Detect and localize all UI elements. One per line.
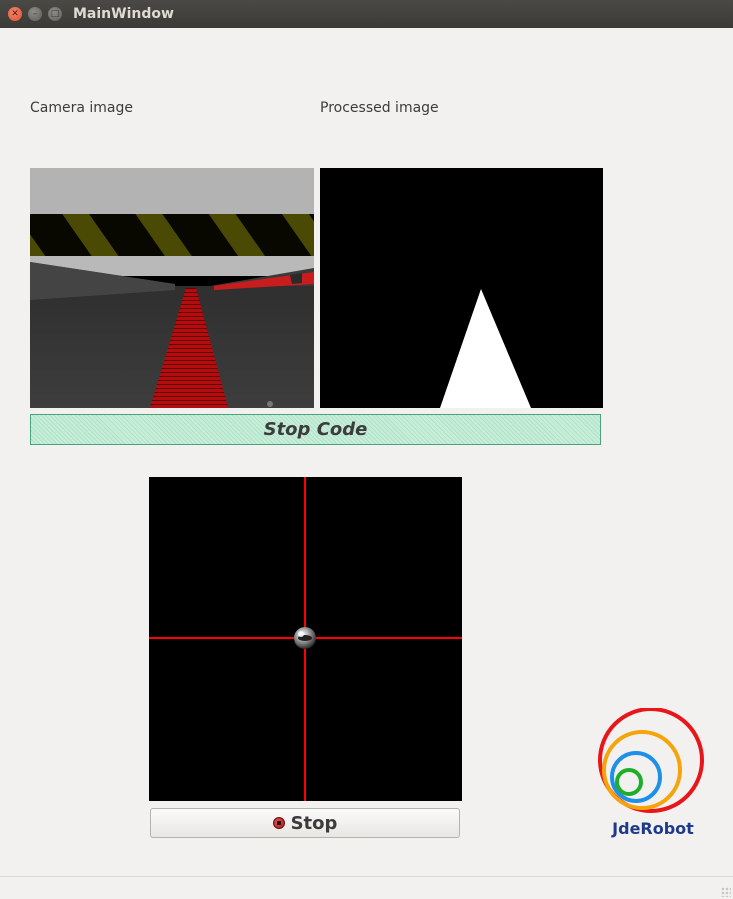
minimize-icon[interactable]: – [28, 7, 42, 21]
processed-image [320, 168, 603, 408]
stop-button[interactable]: Stop [150, 808, 460, 838]
camera-image-label: Camera image [30, 100, 133, 116]
stop-code-button[interactable]: Stop Code [30, 414, 601, 445]
jderobot-logo-icon [596, 707, 708, 820]
joystick-handle-icon[interactable] [294, 627, 316, 649]
maximize-icon[interactable]: □ [48, 7, 62, 21]
teleoperator-pad[interactable] [149, 477, 462, 801]
resize-grip-icon[interactable] [721, 887, 731, 897]
processed-image-label: Processed image [320, 100, 439, 116]
stop-code-label: Stop Code [263, 419, 368, 440]
window-title: MainWindow [73, 6, 174, 22]
stop-button-label: Stop [290, 812, 338, 834]
close-icon[interactable]: ✕ [8, 7, 22, 21]
jderobot-logo-text: JdeRobot [612, 819, 694, 838]
stop-icon [272, 817, 285, 829]
camera-image [30, 168, 314, 408]
status-bar [0, 876, 733, 899]
title-bar: ✕ – □ MainWindow [0, 0, 733, 28]
